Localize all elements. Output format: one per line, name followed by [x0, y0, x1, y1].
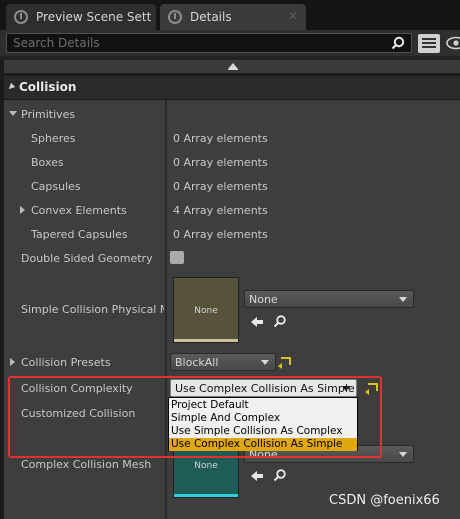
tab-label: Details — [190, 10, 232, 24]
chevron-down-icon — [399, 297, 407, 302]
use-selected-arrow-icon[interactable] — [250, 469, 264, 483]
collision-complexity-dropdown: Project Default Simple And Complex Use S… — [168, 397, 358, 451]
category-collision[interactable]: Collision — [4, 76, 460, 100]
property-name-boxes: Boxes — [31, 156, 64, 169]
property-name-collision-presets: Collision Presets — [21, 356, 111, 369]
collapse-all-bar[interactable] — [4, 60, 460, 73]
property-name-double-sided: Double Sided Geometry — [21, 252, 153, 265]
property-name-collision-complexity: Collision Complexity — [21, 382, 133, 395]
tab-details[interactable]: Details ✕ — [160, 4, 306, 30]
expand-arrow-icon — [6, 82, 16, 92]
dropdown-option[interactable]: Project Default — [169, 399, 357, 412]
chevron-down-icon — [399, 452, 407, 457]
chevron-down-icon — [261, 360, 269, 365]
thumbnail-label: None — [194, 461, 218, 471]
dropdown-option[interactable]: Simple And Complex — [169, 412, 357, 425]
use-selected-arrow-icon[interactable] — [250, 315, 264, 329]
watermark: CSDN @foenix66 — [329, 493, 440, 508]
property-value-capsules: 0 Array elements — [173, 180, 268, 193]
browse-icon[interactable] — [273, 314, 287, 328]
property-name-tapered-capsules: Tapered Capsules — [31, 228, 128, 241]
tab-bar: Preview Scene Sett Details ✕ — [0, 0, 460, 30]
expand-arrow-icon[interactable] — [10, 358, 15, 366]
chevron-down-icon — [342, 386, 350, 391]
info-icon — [14, 10, 28, 24]
collision-complexity-combo[interactable]: Use Complex Collision As Simple — [170, 379, 357, 397]
browse-icon[interactable] — [273, 468, 287, 482]
double-sided-checkbox[interactable] — [170, 251, 184, 264]
tab-preview-scene-settings[interactable]: Preview Scene Sett — [6, 4, 156, 30]
asset-thumbnail[interactable]: None — [173, 277, 239, 343]
thumbnail-label: None — [194, 306, 218, 316]
primitives-label: Primitives — [21, 108, 76, 121]
reset-to-default-icon[interactable] — [365, 383, 378, 395]
asset-picker-combo[interactable]: None — [244, 290, 414, 308]
property-name-spheres: Spheres — [31, 132, 76, 145]
property-value-convex-elements: 4 Array elements — [173, 204, 268, 217]
property-value-tapered-capsules: 0 Array elements — [173, 228, 268, 241]
property-name-simple-phys-mat: Simple Collision Physical Ma — [21, 303, 164, 316]
combo-value: BlockAll — [175, 356, 219, 369]
close-icon[interactable]: ✕ — [288, 9, 298, 23]
column-splitter[interactable] — [165, 100, 167, 519]
property-name-customized-collision: Customized Collision — [21, 407, 136, 420]
expand-arrow-icon[interactable] — [20, 206, 25, 214]
search-box — [6, 33, 412, 53]
combo-value: None — [249, 293, 278, 306]
expand-arrow-icon[interactable] — [9, 111, 17, 116]
dropdown-option[interactable]: Use Simple Collision As Complex — [169, 425, 357, 438]
combo-value: Use Complex Collision As Simple — [175, 382, 355, 395]
property-name-convex-elements: Convex Elements — [31, 204, 127, 217]
eye-icon[interactable] — [446, 35, 460, 51]
search-row — [0, 30, 460, 56]
collision-presets-combo[interactable]: BlockAll — [170, 353, 276, 371]
tab-label: Preview Scene Sett — [36, 10, 152, 24]
reset-to-default-icon[interactable] — [278, 357, 291, 369]
view-options-button[interactable] — [418, 34, 440, 53]
category-label: Collision — [19, 80, 77, 94]
info-icon — [168, 10, 182, 24]
property-value-boxes: 0 Array elements — [173, 156, 268, 169]
property-name-capsules: Capsules — [31, 180, 81, 193]
dropdown-option-selected[interactable]: Use Complex Collision As Simple — [169, 438, 357, 451]
property-value-spheres: 0 Array elements — [173, 132, 268, 145]
search-input[interactable] — [7, 34, 411, 52]
search-icon[interactable] — [391, 36, 405, 50]
property-name-complex-collision-mesh: Complex Collision Mesh — [21, 458, 152, 471]
